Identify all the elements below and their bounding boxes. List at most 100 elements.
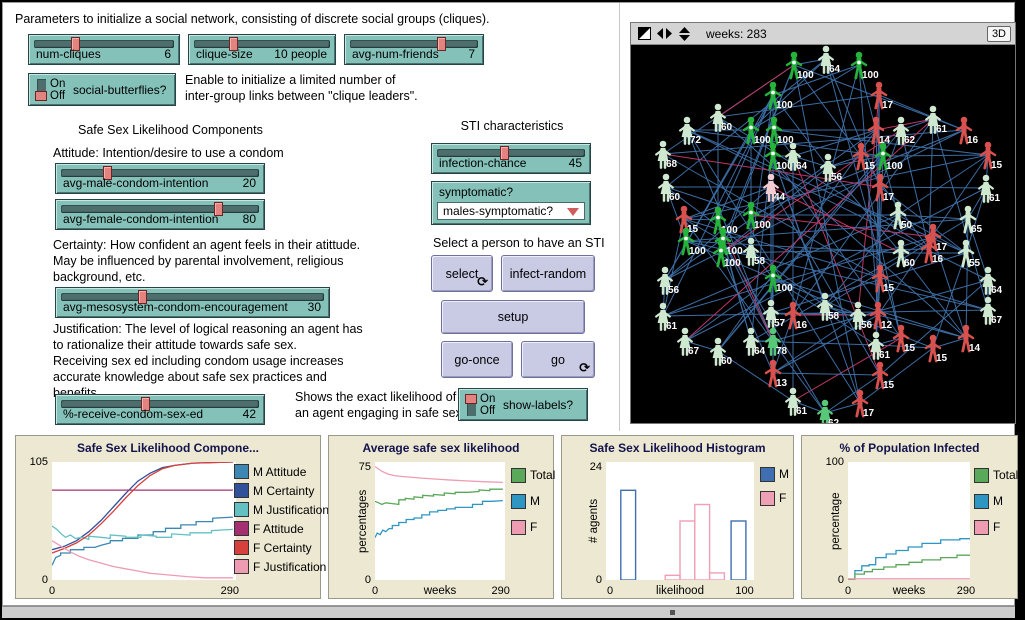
switch-show-labels[interactable]: OnOff show-labels? [458, 388, 588, 421]
network-link [880, 187, 986, 188]
select-button[interactable]: select ⟳ [431, 255, 493, 292]
plot-area [848, 462, 970, 580]
leader-dot [857, 61, 861, 65]
legend-swatch [234, 559, 249, 574]
slider-label: avg-num-friends [352, 47, 439, 61]
scrollbar-grip[interactable] [670, 610, 675, 615]
male-figure-part [748, 218, 750, 229]
series-m-certainty [52, 462, 233, 550]
person-label: 64 [991, 285, 1003, 296]
forever-icon: ⟳ [477, 274, 488, 290]
person-head [822, 293, 829, 300]
network-link [883, 155, 988, 156]
status-bar[interactable] [2, 606, 1015, 618]
male-figure-part [681, 222, 683, 233]
person-label: 100 [689, 246, 706, 257]
slider-avg-num-friends[interactable]: avg-num-friends 7 [344, 34, 484, 65]
person-label: 100 [776, 100, 793, 111]
attitude-note: Attitude: Intention/desire to use a cond… [53, 145, 284, 161]
slider-avg-male-condom-intention[interactable]: avg-male-condom-intention20 [55, 163, 265, 194]
view-stretch-vertical-icon[interactable] [678, 27, 691, 41]
legend-item: M [974, 488, 1018, 514]
slider-clique-size[interactable]: clique-size10 people [188, 34, 336, 65]
network-link [793, 338, 901, 401]
slider-value: 20 [243, 176, 256, 190]
person-head [985, 267, 992, 274]
legend-item: Total [511, 462, 555, 488]
legend-label: F [779, 491, 786, 505]
leader-dot [719, 249, 723, 253]
go-button[interactable]: go ⟳ [521, 341, 595, 378]
person-label: 62 [828, 418, 840, 423]
chooser-symptomatic[interactable]: symptomatic? males-symptomatic? [431, 181, 591, 225]
person-label: 17 [882, 100, 894, 111]
male-figure-part [877, 190, 879, 201]
legend-label: M Attitude [253, 465, 306, 479]
go-button-label: go [551, 353, 565, 367]
switch-handle[interactable] [465, 394, 477, 404]
slider-label: infection-chance [439, 156, 526, 170]
legend-item: M Attitude [234, 462, 329, 481]
slider-label: avg-mesosystem-condom-encouragement [63, 300, 288, 314]
go-once-button[interactable]: go-once [441, 341, 513, 378]
slider-label: avg-female-condom-intention [63, 212, 218, 226]
slider-value: 30 [308, 300, 321, 314]
plot-population-infected: % of Population Infected 10000290weekspe… [801, 435, 1018, 599]
person-label: 61 [989, 193, 1001, 204]
infect-random-button[interactable]: infect-random [501, 255, 595, 292]
person-label: 56 [668, 285, 680, 296]
slider-num-cliques[interactable]: num-cliques6 [28, 34, 180, 65]
infect-random-button-label: infect-random [510, 267, 586, 281]
legend-label: F Justification [253, 560, 326, 574]
person-head [663, 174, 670, 181]
person-label: 16 [932, 254, 944, 265]
view-3d-button[interactable]: 3D [987, 26, 1011, 42]
person-label: 58 [828, 311, 840, 322]
person-head [660, 141, 667, 148]
switch-off-label: Off [50, 90, 65, 102]
legend-swatch [234, 502, 249, 517]
person-label: 60 [669, 192, 681, 203]
slider-value: 7 [468, 47, 475, 61]
slider-avg-female-condom-intention[interactable]: avg-female-condom-intention80 [55, 199, 265, 230]
network-canvas[interactable]: 1006410010017607210010014626116681006456… [631, 45, 1015, 423]
switch-social-butterflies[interactable]: OnOff social-butterflies? [28, 73, 176, 106]
person-label: 64 [796, 161, 808, 172]
person-label: 61 [936, 124, 948, 135]
switch-handle[interactable] [35, 91, 47, 101]
slider-receive-condom-sex-ed[interactable]: %-receive-condom-sex-ed42 [55, 394, 265, 425]
plot-area [606, 462, 754, 580]
person-label: 15 [883, 380, 895, 391]
legend-swatch [511, 494, 526, 509]
series-total [848, 555, 970, 580]
person-label: 55 [969, 258, 981, 269]
person-head [748, 238, 755, 245]
switch-label: social-butterflies? [73, 74, 166, 105]
legend-swatch [974, 494, 989, 509]
leader-dot [684, 237, 688, 241]
slider-avg-mesosystem-condom-encouragement[interactable]: avg-mesosystem-condom-encouragement 30 [55, 287, 330, 318]
series-m [375, 501, 503, 538]
hist-bar-F [710, 573, 725, 580]
legend-label: M [530, 494, 540, 508]
setup-button[interactable]: setup [441, 300, 585, 334]
legend-item: Total [974, 462, 1018, 488]
plot-title: Average safe sex likelihood [329, 441, 553, 455]
switch-track[interactable] [467, 394, 476, 416]
legend-item: F Justification [234, 557, 329, 576]
view-stretch-horizontal-icon[interactable] [657, 27, 672, 40]
person-head [715, 338, 722, 345]
male-figure-part [965, 222, 967, 233]
network-link [773, 373, 880, 375]
butterflies-note: Enable to initialize a limited number of… [185, 72, 418, 104]
network-link [860, 348, 933, 403]
view-resize-icon[interactable] [638, 27, 651, 40]
person-head [825, 154, 832, 161]
slider-infection-chance[interactable]: infection-chance45 [431, 143, 591, 174]
legend-swatch [974, 520, 989, 535]
chooser-value-box[interactable]: males-symptomatic? [437, 202, 585, 220]
person-label: 67 [688, 346, 700, 357]
switch-track[interactable] [37, 79, 46, 101]
switch-on-label: On [50, 78, 65, 90]
legend-item: M [511, 488, 555, 514]
